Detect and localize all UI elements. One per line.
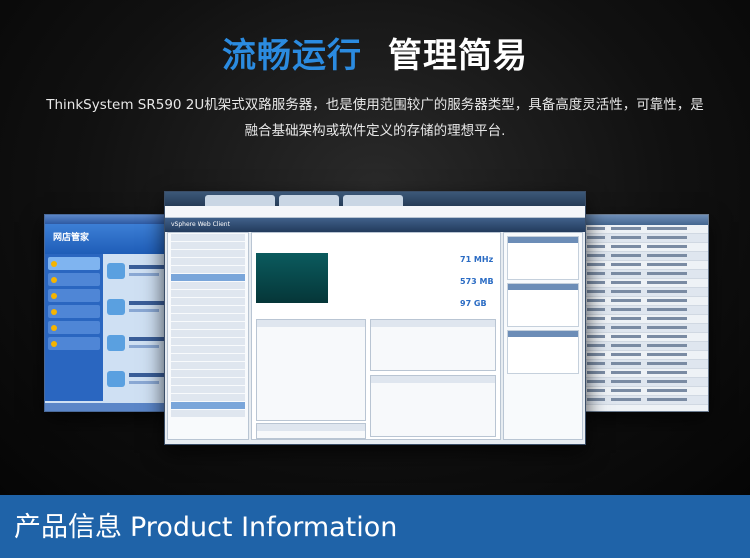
right-screenshot: [583, 214, 709, 412]
sidebar-item: [48, 273, 100, 286]
main-screenshot: vSphere Web Client 71 MHz 573 MB 97 GB: [164, 191, 586, 445]
left-app-title: 网店管家: [45, 224, 181, 254]
product-info-title: 产品信息 Product Information: [14, 505, 397, 544]
sidebar-item: [48, 337, 100, 350]
right-header: [584, 215, 708, 225]
alarms-panel: [507, 330, 579, 374]
sidebar-item: [48, 321, 100, 334]
vm-hardware-box: [256, 319, 366, 421]
tags-box: [370, 375, 496, 437]
vm-summary-panel: 71 MHz 573 MB 97 GB: [251, 232, 501, 440]
sidebar-item: [48, 257, 100, 270]
left-screenshot: 网店管家: [44, 214, 182, 412]
panel-icon: [107, 263, 125, 279]
headline-left: 流畅运行: [222, 36, 362, 76]
cpu-stat: 71 MHz: [460, 255, 494, 264]
tasks-column: [503, 232, 583, 440]
headline-right: 管理简易: [388, 36, 528, 76]
headline: 流畅运行 管理简易: [0, 28, 750, 77]
product-info-title-en: Product Information: [130, 512, 398, 543]
product-description: ThinkSystem SR590 2U机架式双路服务器，也是使用范围较广的服务…: [46, 97, 704, 139]
product-info-bar: 产品信息 Product Information: [0, 495, 750, 558]
advanced-config-box: [256, 423, 366, 439]
recent-tasks-panel: [507, 236, 579, 280]
browser-tab: [343, 195, 403, 206]
hero-section: 流畅运行 管理简易 ThinkSystem SR590 2U机架式双路服务器，也是…: [0, 0, 750, 495]
browser-chrome: [165, 192, 585, 206]
panel-icon: [107, 371, 125, 387]
vm-storage-profiles-box: [370, 319, 496, 371]
storage-stat: 97 GB: [460, 299, 487, 308]
inventory-tree: [167, 232, 249, 440]
panel-icon: [107, 335, 125, 351]
browser-tab: [279, 195, 339, 206]
address-bar: [165, 206, 585, 218]
vm-console-preview: [256, 253, 328, 303]
panel-icon: [107, 299, 125, 315]
memory-stat: 573 MB: [460, 277, 494, 286]
work-in-progress-panel: [507, 283, 579, 327]
vsphere-app-bar: vSphere Web Client: [165, 218, 585, 232]
left-titlebar: [45, 215, 181, 224]
right-table: [584, 225, 708, 405]
browser-tab: [205, 195, 275, 206]
sidebar-item: [48, 289, 100, 302]
sidebar-item: [48, 305, 100, 318]
left-statusbar: [45, 403, 181, 411]
left-sidebar: [45, 254, 103, 401]
product-info-title-cn: 产品信息: [14, 512, 122, 543]
